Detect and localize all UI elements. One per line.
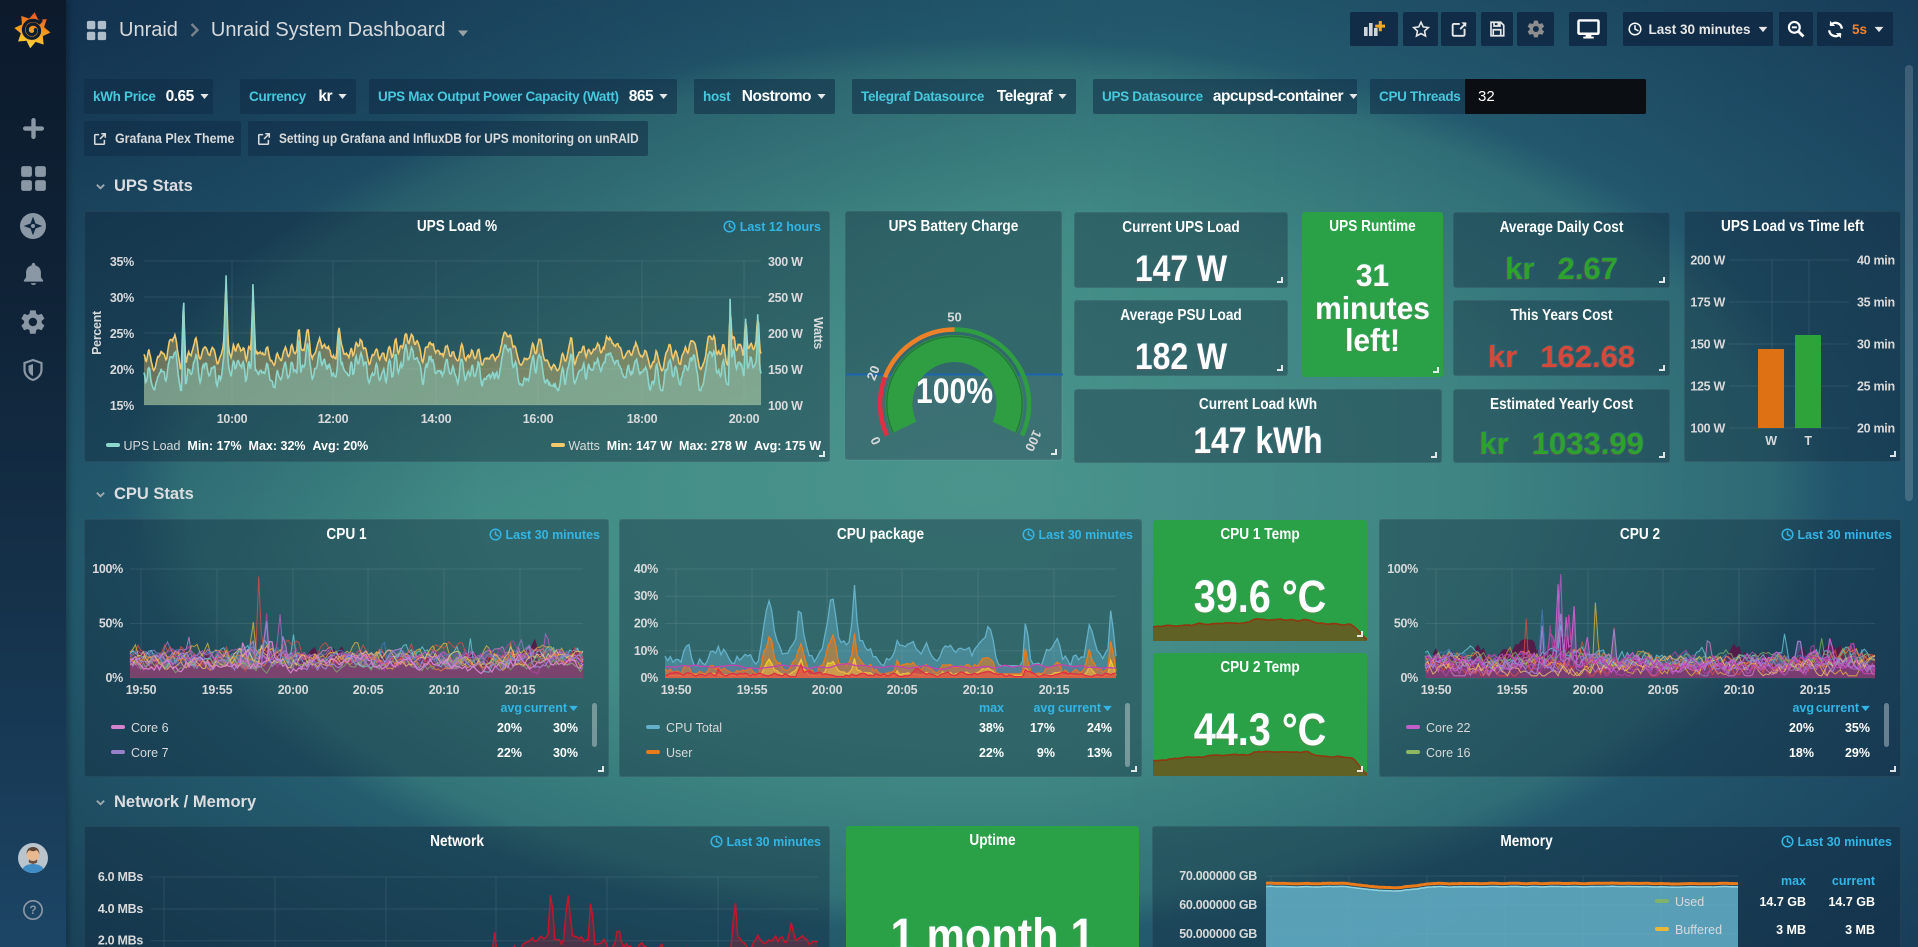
svg-text:19:50: 19:50 [1421,683,1452,697]
svg-text:50%: 50% [1394,617,1418,631]
svg-text:20:00: 20:00 [1573,683,1604,697]
svg-text:100%: 100% [1387,562,1418,576]
svg-text:20:10: 20:10 [963,683,994,697]
svg-text:20:10: 20:10 [429,683,460,697]
svg-text:20:05: 20:05 [353,683,384,697]
svg-text:100%: 100% [916,371,993,411]
svg-text:40%: 40% [634,562,658,576]
svg-text:?: ? [29,903,36,917]
svg-text:30%: 30% [634,589,658,603]
svg-text:100 W: 100 W [768,399,803,413]
svg-text:20:10: 20:10 [1724,683,1755,697]
svg-text:10%: 10% [634,644,658,658]
svg-text:30%: 30% [110,291,134,305]
svg-text:14:00: 14:00 [421,412,452,426]
svg-text:W: W [1765,434,1777,448]
svg-text:20:15: 20:15 [505,683,536,697]
svg-text:20:15: 20:15 [1800,683,1831,697]
svg-text:20:00: 20:00 [729,412,760,426]
svg-text:20:00: 20:00 [812,683,843,697]
svg-text:100 W: 100 W [1690,422,1725,436]
svg-text:20:05: 20:05 [1648,683,1679,697]
svg-text:100%: 100% [92,562,123,576]
svg-text:25%: 25% [110,327,134,341]
svg-text:175 W: 175 W [1690,296,1725,310]
svg-text:19:55: 19:55 [737,683,768,697]
svg-text:35%: 35% [110,255,134,269]
svg-text:25 min: 25 min [1857,380,1895,394]
svg-text:19:55: 19:55 [1497,683,1528,697]
svg-text:30 min: 30 min [1857,338,1895,352]
svg-text:12:00: 12:00 [318,412,349,426]
svg-text:150 W: 150 W [1690,338,1725,352]
svg-text:40 min: 40 min [1857,254,1895,268]
svg-text:20 min: 20 min [1857,422,1895,436]
svg-text:16:00: 16:00 [523,412,554,426]
svg-text:20%: 20% [634,617,658,631]
svg-text:300 W: 300 W [768,255,803,269]
svg-text:2.0 MBs: 2.0 MBs [98,934,143,947]
svg-text:4.0 MBs: 4.0 MBs [98,902,143,916]
svg-text:60.000000 GB: 60.000000 GB [1179,898,1257,912]
svg-text:10:00: 10:00 [217,412,248,426]
svg-text:T: T [1804,434,1812,448]
svg-text:50.000000 GB: 50.000000 GB [1179,927,1257,941]
svg-text:19:50: 19:50 [661,683,692,697]
svg-text:50%: 50% [99,617,123,631]
svg-text:150 W: 150 W [768,363,803,377]
svg-text:6.0 MBs: 6.0 MBs [98,870,143,884]
svg-text:0%: 0% [641,671,659,685]
svg-text:20%: 20% [110,363,134,377]
svg-text:19:55: 19:55 [202,683,233,697]
svg-text:200 W: 200 W [768,327,803,341]
svg-text:Percent: Percent [90,310,104,355]
svg-text:Watts: Watts [811,317,825,349]
svg-text:250 W: 250 W [768,291,803,305]
svg-text:18:00: 18:00 [627,412,658,426]
svg-text:35 min: 35 min [1857,296,1895,310]
svg-text:20:05: 20:05 [887,683,918,697]
svg-text:125 W: 125 W [1690,380,1725,394]
svg-text:19:50: 19:50 [126,683,157,697]
svg-text:20:00: 20:00 [278,683,309,697]
svg-text:0%: 0% [106,671,124,685]
svg-text:20:15: 20:15 [1039,683,1070,697]
svg-text:0%: 0% [1401,671,1419,685]
svg-text:50: 50 [947,309,961,324]
svg-text:200 W: 200 W [1690,254,1725,268]
svg-text:15%: 15% [110,399,134,413]
